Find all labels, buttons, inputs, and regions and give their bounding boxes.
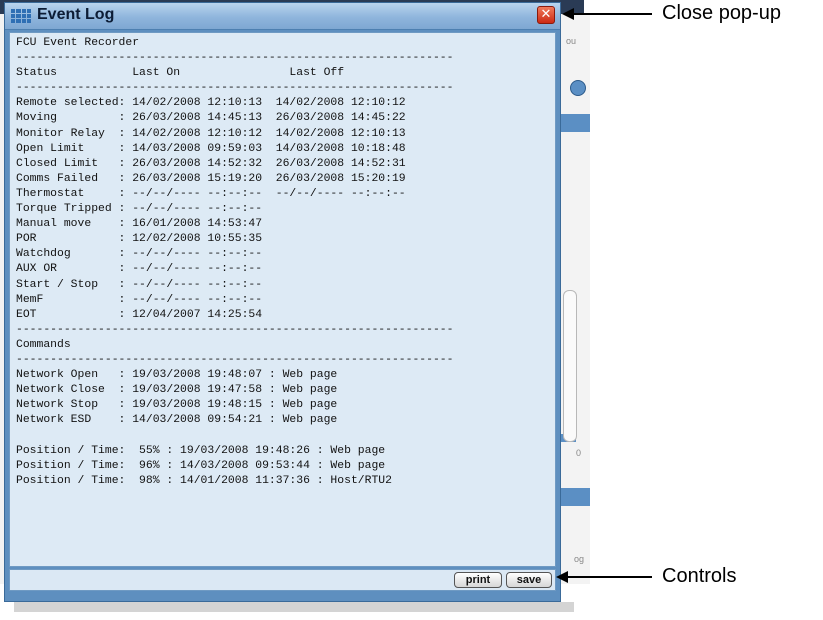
- event-log-text: FCU Event Recorder ---------------------…: [10, 33, 555, 489]
- log-line: Network ESD : 14/03/2008 09:54:21 : Web …: [16, 414, 338, 427]
- log-line: Moving : 26/03/2008 14:45:13 26/03/2008 …: [16, 112, 406, 125]
- background-text-fragment: ou: [566, 36, 577, 46]
- log-line: Open Limit : 14/03/2008 09:59:03 14/03/2…: [16, 142, 406, 155]
- log-line: Manual move : 16/01/2008 14:53:47: [16, 218, 263, 231]
- window-title: Event Log: [37, 6, 115, 23]
- log-line: Start / Stop : --/--/---- --:--:--: [16, 278, 263, 291]
- controls-callout: Controls: [662, 565, 737, 587]
- log-line: Comms Failed : 26/03/2008 15:19:20 26/03…: [16, 172, 406, 185]
- log-line: ----------------------------------------…: [16, 82, 454, 95]
- log-line: POR : 12/02/2008 10:55:35: [16, 233, 263, 246]
- background-text-fragment: og: [574, 554, 585, 564]
- close-icon: ✕: [540, 7, 552, 22]
- log-line: ----------------------------------------…: [16, 323, 454, 336]
- log-line: Position / Time: 55% : 19/03/2008 19:48:…: [16, 444, 386, 457]
- background-globe-icon: [570, 80, 586, 96]
- log-line: Network Close : 19/03/2008 19:47:58 : We…: [16, 384, 338, 397]
- log-line: Closed Limit : 26/03/2008 14:52:32 26/03…: [16, 157, 406, 170]
- save-button[interactable]: save: [506, 572, 552, 588]
- log-line: Watchdog : --/--/---- --:--:--: [16, 248, 263, 261]
- close-button[interactable]: ✕: [537, 6, 555, 24]
- background-scrollbar: [563, 290, 577, 442]
- background-text-fragment: 0: [576, 448, 582, 458]
- event-log-popup: Event Log ✕ FCU Event Recorder ---------…: [4, 2, 561, 602]
- controls-bar: print save: [9, 569, 556, 591]
- log-line: MemF : --/--/---- --:--:--: [16, 293, 263, 306]
- close-popup-arrow: [572, 13, 652, 15]
- log-line: AUX OR : --/--/---- --:--:--: [16, 263, 263, 276]
- close-popup-callout: Close pop-up: [662, 2, 781, 24]
- controls-arrow: [566, 576, 652, 578]
- log-content[interactable]: FCU Event Recorder ---------------------…: [9, 32, 556, 567]
- log-line: EOT : 12/04/2007 14:25:54: [16, 308, 263, 321]
- log-line: Commands: [16, 338, 71, 351]
- log-line: ----------------------------------------…: [16, 52, 454, 65]
- grid-icon: [11, 9, 31, 23]
- popup-shadow: [14, 602, 574, 612]
- log-line: Network Stop : 19/03/2008 19:48:15 : Web…: [16, 399, 338, 412]
- log-line: Network Open : 19/03/2008 19:48:07 : Web…: [16, 369, 338, 382]
- popup-bottom-band: [5, 593, 560, 601]
- background-bar: [556, 488, 590, 506]
- log-line: Monitor Relay : 14/02/2008 12:10:12 14/0…: [16, 127, 406, 140]
- log-line: Position / Time: 98% : 14/01/2008 11:37:…: [16, 474, 392, 487]
- print-button[interactable]: print: [454, 572, 502, 588]
- background-bar: [556, 114, 590, 132]
- log-line: FCU Event Recorder: [16, 37, 140, 49]
- log-line: Position / Time: 96% : 14/03/2008 09:53:…: [16, 459, 386, 472]
- log-line: ----------------------------------------…: [16, 353, 454, 366]
- log-line: Remote selected: 14/02/2008 12:10:13 14/…: [16, 97, 406, 110]
- log-line: Thermostat : --/--/---- --:--:-- --/--/-…: [16, 187, 406, 200]
- log-line: Status Last On Last Off: [16, 67, 345, 80]
- title-bar[interactable]: Event Log ✕: [5, 3, 560, 30]
- log-line: Torque Tripped : --/--/---- --:--:--: [16, 203, 263, 216]
